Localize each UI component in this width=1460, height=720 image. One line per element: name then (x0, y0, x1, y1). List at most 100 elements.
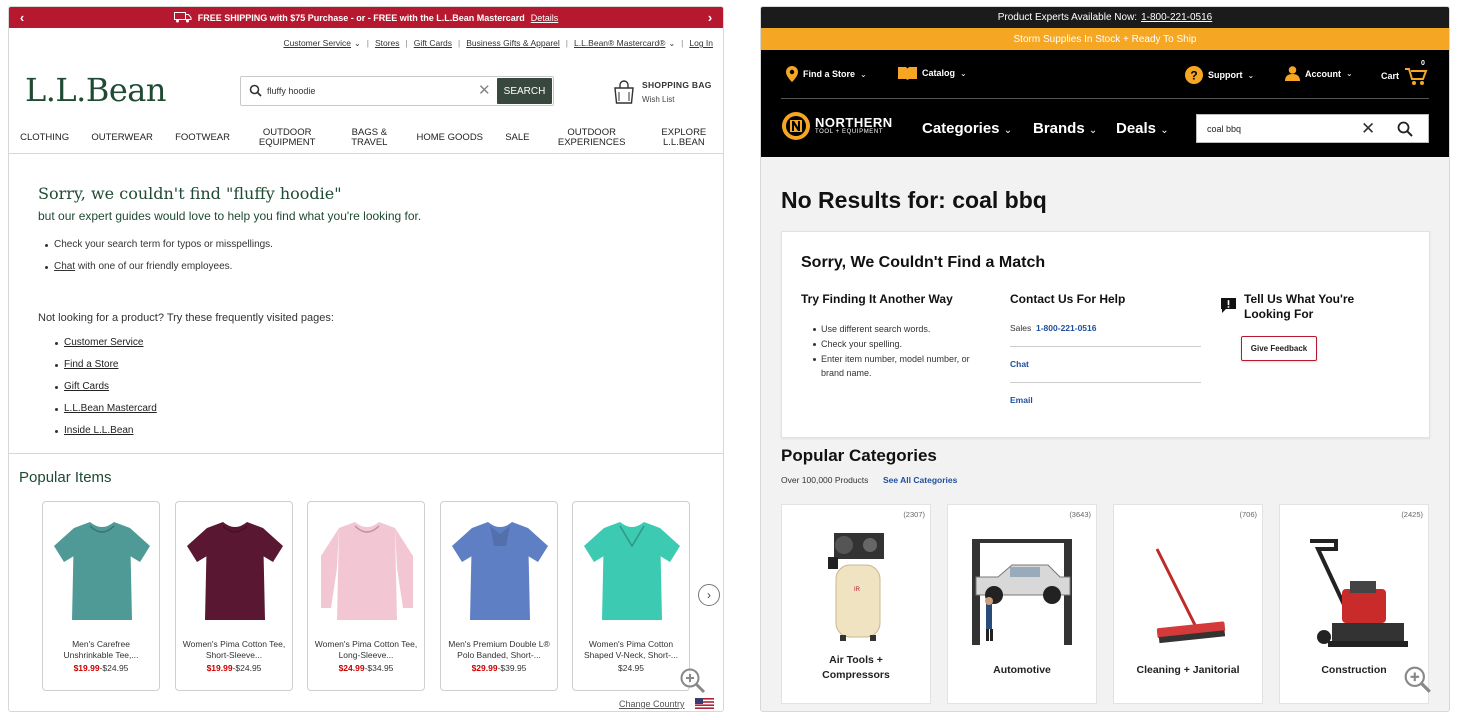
gift-cards-page-link[interactable]: Gift Cards (54, 381, 109, 392)
nav-outdoor-equipment[interactable]: OUTDOOR EQUIPMENT (252, 127, 322, 148)
find-store-menu[interactable]: Find a Store ⌄ (786, 66, 867, 82)
product-name[interactable]: Women's Pima Cotton Shaped V-Neck, Short… (577, 639, 685, 661)
nav-bags-travel[interactable]: BAGS & TRAVEL (344, 127, 394, 148)
category-card-air-tools[interactable]: (2307) IR Air Tools + Compressors (781, 504, 931, 704)
category-count: (2307) (903, 510, 925, 519)
stores-link[interactable]: Stores (375, 38, 400, 48)
search-icon (249, 84, 262, 102)
nav-brands[interactable]: Brands ⌄ (1033, 120, 1097, 137)
cart-button[interactable]: Cart 0 (1381, 60, 1428, 86)
sales-phone-link[interactable]: 1-800-221-0516 (1036, 323, 1097, 333)
mastercard-page-link[interactable]: L.L.Bean Mastercard (55, 403, 157, 414)
catalog-menu[interactable]: Catalog ⌄ (898, 66, 967, 80)
search-button[interactable]: SEARCH (497, 78, 552, 104)
nav-sale[interactable]: SALE (505, 132, 529, 143)
wish-list-link[interactable]: Wish List (642, 95, 674, 104)
category-card-automotive[interactable]: (3643) Automotive (947, 504, 1097, 704)
product-card[interactable]: Men's Premium Double L® Polo Banded, Sho… (440, 501, 558, 691)
gift-cards-link[interactable]: Gift Cards (414, 38, 452, 48)
utility-nav: Customer Service ⌄ | Stores | Gift Cards … (283, 38, 713, 48)
no-results-subtitle: but our expert guides would love to help… (38, 209, 422, 223)
northern-logo[interactable]: NORTHERN TOOL + EQUIPMENT (781, 111, 893, 141)
search-input[interactable]: coal bbq (1207, 124, 1241, 134)
tip-item: Chat with one of our friendly employees. (44, 261, 232, 272)
product-card[interactable]: Women's Pima Cotton Tee, Long-Sleeve... $… (307, 501, 425, 691)
logo-main-text: NORTHERN (815, 115, 893, 130)
nav-home-goods[interactable]: HOME GOODS (417, 132, 484, 143)
product-name[interactable]: Women's Pima Cotton Tee, Short-Sleeve... (180, 639, 288, 661)
find-store-link[interactable]: Find a Store (54, 359, 118, 370)
nav-categories-label: Categories (922, 120, 1000, 137)
tell-us-heading: Tell Us What You're Looking For (1244, 292, 1355, 321)
chat-link[interactable]: Chat (54, 261, 75, 272)
see-all-categories-link[interactable]: See All Categories (883, 475, 957, 485)
promo-next-button[interactable]: › (699, 7, 721, 28)
promo-details-link[interactable]: Details (531, 13, 559, 23)
regular-price: -$39.95 (497, 663, 527, 673)
category-card-cleaning[interactable]: (706) Cleaning + Janitorial (1113, 504, 1263, 704)
chevron-down-icon: ⌄ (860, 69, 867, 79)
account-label: Account (1305, 68, 1341, 79)
customer-service-page-link[interactable]: Customer Service (54, 337, 143, 348)
clear-search-icon[interactable]: ✕ (1361, 119, 1375, 139)
nav-deals[interactable]: Deals ⌄ (1116, 120, 1169, 137)
support-label: Support (1208, 70, 1243, 80)
us-flag-icon[interactable] (695, 698, 714, 709)
divider (1010, 382, 1201, 383)
zoom-in-icon[interactable] (1403, 665, 1433, 695)
shopping-bag-label[interactable]: SHOPPING BAG (642, 80, 712, 90)
experts-text: Product Experts Available Now: (997, 12, 1138, 23)
chevron-right-icon: › (707, 588, 711, 602)
inside-llbean-link[interactable]: Inside L.L.Bean (55, 425, 134, 436)
nav-clothing[interactable]: CLOTHING (20, 132, 69, 143)
northern-window: Product Experts Available Now: 1-800-221… (760, 6, 1450, 712)
login-link[interactable]: Log In (689, 38, 713, 48)
support-menu[interactable]: ? Support ⌄ (1185, 66, 1254, 84)
car-lift-image (972, 539, 1072, 645)
product-name[interactable]: Men's Carefree Unshrinkable Tee,... (47, 639, 155, 661)
nav-explore[interactable]: EXPLORE L.L.BEAN (654, 127, 714, 148)
product-card[interactable]: Men's Carefree Unshrinkable Tee,... $19.9… (42, 501, 160, 691)
email-link[interactable]: Email (1010, 395, 1033, 405)
product-price: $19.99-$24.95 (176, 663, 292, 673)
mastercard-link[interactable]: L.L.Bean® Mastercard® (574, 38, 665, 48)
storm-banner[interactable]: Storm Supplies In Stock + Ready To Ship (761, 28, 1449, 50)
sales-label: Sales (1010, 323, 1032, 333)
no-results-heading: No Results for: coal bbq (781, 187, 1047, 213)
product-name[interactable]: Women's Pima Cotton Tee, Long-Sleeve... (312, 639, 420, 661)
give-feedback-button[interactable]: Give Feedback (1241, 336, 1317, 361)
try-another-way-heading: Try Finding It Another Way (801, 292, 953, 306)
search-icon[interactable] (1397, 121, 1413, 137)
nav-footwear[interactable]: FOOTWEAR (175, 132, 230, 143)
product-image (187, 522, 283, 620)
llbean-logo[interactable]: L.L.Bean (25, 71, 166, 109)
sale-price: $19.99 (73, 663, 100, 673)
nav-outdoor-experiences[interactable]: OUTDOOR EXPERIENCES (552, 127, 632, 148)
product-image (584, 522, 680, 620)
product-card[interactable]: Women's Pima Cotton Shaped V-Neck, Short… (572, 501, 690, 691)
account-menu[interactable]: Account ⌄ (1285, 66, 1353, 81)
frequent-pages-heading: Not looking for a product? Try these fre… (38, 312, 334, 324)
product-price: $29.99-$39.95 (441, 663, 557, 673)
chat-link[interactable]: Chat (1010, 359, 1029, 369)
zoom-in-icon[interactable] (679, 667, 707, 695)
experts-phone-link[interactable]: 1-800-221-0516 (1141, 12, 1212, 23)
search-input[interactable]: fluffy hoodie (267, 86, 315, 96)
nav-categories[interactable]: Categories ⌄ (922, 120, 1012, 137)
product-name[interactable]: Men's Premium Double L® Polo Banded, Sho… (445, 639, 553, 661)
product-card[interactable]: Women's Pima Cotton Tee, Short-Sleeve...… (175, 501, 293, 691)
sales-line: Sales 1-800-221-0516 (1010, 323, 1097, 333)
promo-text: FREE SHIPPING with $75 Purchase - or - F… (197, 12, 525, 23)
carousel-next-button[interactable]: › (698, 584, 720, 606)
chevron-down-icon: ⌄ (1160, 125, 1169, 136)
business-gifts-link[interactable]: Business Gifts & Apparel (466, 38, 560, 48)
change-country-link[interactable]: Change Country (619, 699, 685, 709)
clear-search-icon[interactable]: ✕ (478, 81, 491, 99)
nav-outerwear[interactable]: OUTERWEAR (91, 132, 153, 143)
main-nav: CLOTHING OUTERWEAR FOOTWEAR OUTDOOR EQUI… (9, 126, 723, 154)
category-name: Cleaning + Janitorial (1136, 664, 1240, 676)
experts-bar: Product Experts Available Now: 1-800-221… (761, 7, 1449, 28)
customer-service-link[interactable]: Customer Service (283, 38, 351, 48)
feedback-icon (1221, 298, 1236, 313)
promo-prev-button[interactable]: ‹ (11, 7, 33, 28)
